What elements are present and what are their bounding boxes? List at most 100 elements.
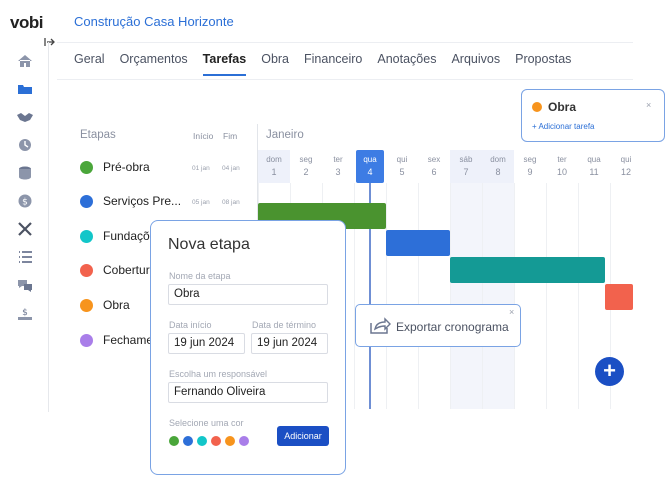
list-icon[interactable]: [16, 248, 34, 266]
tab-arquivos[interactable]: Arquivos: [451, 52, 500, 76]
stage-name: Serviços Pre...: [103, 194, 182, 208]
gantt-bar[interactable]: [450, 257, 605, 283]
color-label: Selecione uma cor: [169, 418, 244, 428]
tabs-divider: [57, 79, 633, 80]
tab-geral[interactable]: Geral: [74, 52, 105, 76]
color-swatch[interactable]: [211, 436, 221, 446]
svg-text:$: $: [22, 308, 28, 318]
folder-icon[interactable]: [16, 80, 34, 98]
svg-text:$: $: [22, 198, 28, 208]
gantt-gridline: [386, 183, 387, 409]
money-hand-icon[interactable]: $: [16, 304, 34, 322]
day-weekday: qui: [620, 155, 632, 164]
tab-tarefas[interactable]: Tarefas: [202, 52, 247, 76]
gantt-gridline: [514, 183, 515, 409]
obra-color-dot: [532, 102, 542, 112]
day-header[interactable]: seg 9: [514, 150, 546, 183]
owner-input[interactable]: Fernando Oliveira: [168, 382, 328, 403]
new-stage-modal: Nova etapa Nome da etapa Obra Data iníci…: [150, 220, 346, 475]
day-number: 4: [367, 167, 373, 177]
export-close-icon[interactable]: ×: [509, 307, 514, 317]
color-swatch[interactable]: [169, 436, 179, 446]
gantt-bar[interactable]: [605, 284, 633, 310]
stage-color-dot: [80, 229, 93, 243]
end-date-label: Data de término: [252, 320, 317, 330]
day-header[interactable]: qui 5: [386, 150, 418, 183]
start-date-label: Data início: [169, 320, 212, 330]
dollar-icon[interactable]: $: [16, 192, 34, 210]
stage-color-dot: [80, 194, 93, 208]
handshake-icon[interactable]: [16, 108, 34, 126]
tab-financeiro[interactable]: Financeiro: [304, 52, 362, 76]
day-weekday: seg: [523, 155, 537, 164]
add-button[interactable]: Adicionar: [277, 426, 329, 446]
tab-obra[interactable]: Obra: [261, 52, 289, 76]
add-fab-button[interactable]: +: [595, 357, 624, 386]
color-swatch[interactable]: [225, 436, 235, 446]
stage-start-date: 01 jan: [192, 165, 210, 172]
color-swatch[interactable]: [183, 436, 193, 446]
obra-card-close-icon[interactable]: ×: [646, 100, 651, 110]
day-weekday: ter: [333, 155, 343, 164]
day-weekday: dom: [266, 155, 282, 164]
gantt-gridline: [578, 183, 579, 409]
modal-title: Nova etapa: [168, 236, 250, 253]
vobi-logo[interactable]: vobi: [10, 13, 43, 33]
color-swatch[interactable]: [239, 436, 249, 446]
weekend-shade: [482, 183, 514, 409]
gantt-bar[interactable]: [386, 230, 450, 256]
day-header[interactable]: qua 11: [578, 150, 610, 183]
tools-icon[interactable]: [16, 220, 34, 238]
day-header[interactable]: qua 4: [356, 150, 384, 183]
stage-name-label: Nome da etapa: [169, 271, 231, 281]
day-header[interactable]: ter 10: [546, 150, 578, 183]
tab-or-amentos[interactable]: Orçamentos: [120, 52, 188, 76]
clock-icon[interactable]: [16, 136, 34, 154]
day-header[interactable]: ter 3: [322, 150, 354, 183]
day-header[interactable]: dom 8: [482, 150, 514, 183]
gantt-gridline: [482, 183, 483, 409]
home-icon[interactable]: [16, 52, 34, 70]
project-title[interactable]: Construção Casa Horizonte: [74, 14, 234, 29]
chat-icon[interactable]: [16, 276, 34, 294]
stage-row[interactable]: Serviços Pre...: [80, 194, 181, 208]
day-number: 12: [620, 167, 631, 177]
day-number: 3: [335, 167, 341, 177]
stage-end-date: 04 jan: [222, 165, 240, 172]
day-weekday: seg: [299, 155, 313, 164]
day-header[interactable]: sex 6: [418, 150, 450, 183]
day-weekday: qua: [587, 155, 601, 164]
obra-card[interactable]: Obra × + Adicionar tarefa: [521, 89, 665, 142]
export-label: Exportar cronograma: [396, 320, 509, 334]
header-divider: [57, 42, 633, 43]
tab-propostas[interactable]: Propostas: [515, 52, 571, 76]
stage-name-input[interactable]: Obra: [168, 284, 328, 305]
stage-row[interactable]: Obra: [80, 298, 130, 312]
day-weekday: qua: [363, 155, 377, 164]
add-task-link[interactable]: + Adicionar tarefa: [532, 122, 594, 131]
stage-end-date: 08 jan: [222, 199, 240, 206]
day-weekday: sáb: [459, 155, 473, 164]
col-fim: Fim: [223, 131, 238, 141]
color-swatch[interactable]: [197, 436, 207, 446]
day-weekday: qui: [396, 155, 408, 164]
stage-name: Pré-obra: [103, 160, 150, 174]
day-weekday: ter: [557, 155, 567, 164]
end-date-input[interactable]: 19 jun 2024: [251, 333, 328, 354]
obra-card-title: Obra: [548, 100, 577, 114]
day-header[interactable]: qui 12: [610, 150, 642, 183]
day-number: 8: [495, 167, 501, 177]
gantt-gridline: [418, 183, 419, 409]
col-inicio: Início: [193, 131, 214, 141]
day-weekday: dom: [490, 155, 506, 164]
database-icon[interactable]: [16, 164, 34, 182]
stage-row[interactable]: Pré-obra: [80, 160, 150, 174]
day-number: 2: [303, 167, 309, 177]
export-schedule-button[interactable]: Exportar cronograma ×: [355, 304, 521, 347]
day-header[interactable]: sáb 7: [450, 150, 482, 183]
start-date-input[interactable]: 19 jun 2024: [168, 333, 245, 354]
export-icon: [369, 316, 391, 336]
tab-anota-es[interactable]: Anotações: [377, 52, 436, 76]
day-header[interactable]: seg 2: [290, 150, 322, 183]
day-header[interactable]: dom 1: [258, 150, 290, 183]
